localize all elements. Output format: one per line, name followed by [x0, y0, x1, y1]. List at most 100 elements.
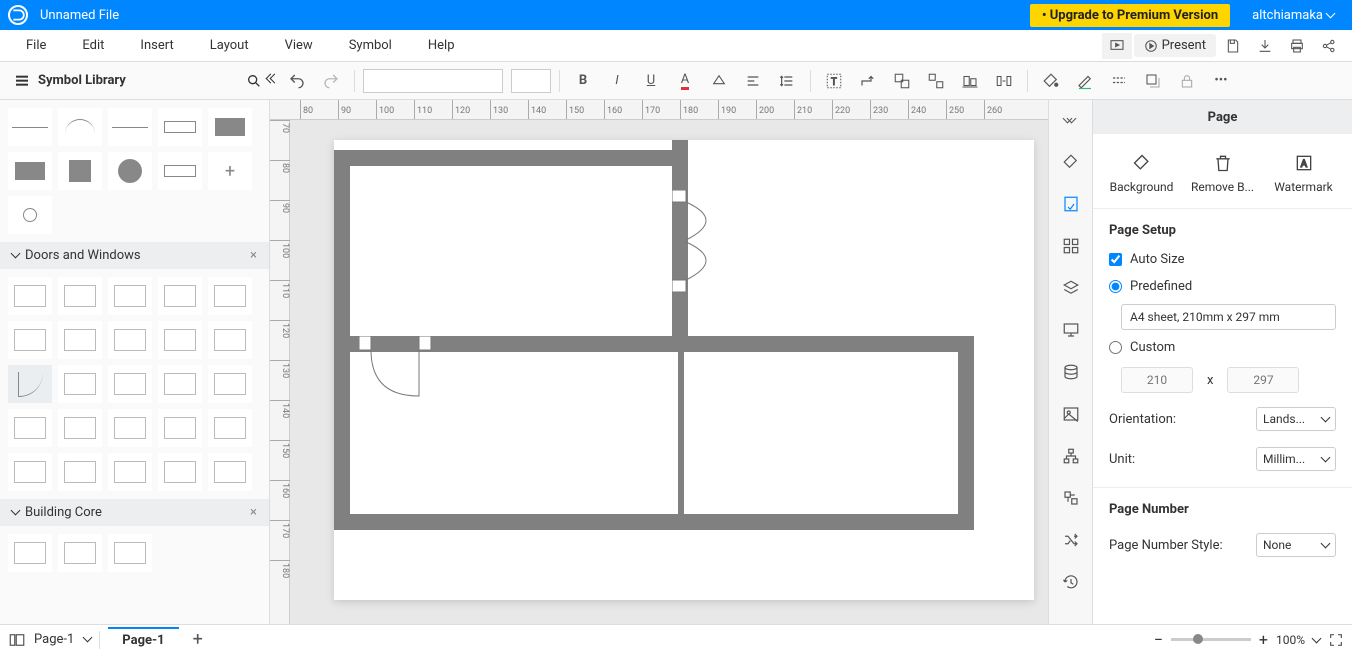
shape-door-8[interactable] — [158, 365, 202, 403]
shape-rect-fill[interactable] — [208, 108, 252, 146]
shape-door-12[interactable] — [108, 409, 152, 447]
font-size-input[interactable] — [511, 69, 551, 93]
shape-door-10[interactable] — [8, 409, 52, 447]
menu-help[interactable]: Help — [410, 32, 473, 59]
menu-view[interactable]: View — [267, 32, 331, 59]
door-symbol-2[interactable] — [359, 336, 449, 406]
page-selector[interactable]: Page-1 — [34, 632, 91, 647]
shape-door-4[interactable] — [158, 321, 202, 359]
menu-insert[interactable]: Insert — [122, 32, 191, 59]
shape-door-11[interactable] — [58, 409, 102, 447]
background-action[interactable]: Background — [1103, 152, 1181, 194]
menu-edit[interactable]: Edit — [64, 32, 122, 59]
align-text-icon[interactable] — [738, 67, 768, 95]
shape-door-16[interactable] — [58, 453, 102, 491]
upgrade-button[interactable]: • Upgrade to Premium Version — [1030, 4, 1230, 27]
custom-width-input[interactable] — [1121, 367, 1193, 393]
bold-icon[interactable]: B — [568, 67, 598, 95]
file-name[interactable]: Unnamed File — [40, 8, 119, 23]
shape-rect-outline[interactable] — [158, 108, 202, 146]
custom-radio[interactable] — [1109, 341, 1122, 354]
shape-arc[interactable] — [58, 108, 102, 146]
slideshow-icon[interactable] — [1102, 33, 1132, 59]
image-icon[interactable] — [1057, 400, 1085, 428]
line-style-icon[interactable] — [1104, 67, 1134, 95]
user-menu[interactable]: altchiamaka — [1242, 8, 1344, 23]
shape-door-13[interactable] — [158, 409, 202, 447]
page-number-style-select[interactable]: None — [1256, 533, 1336, 557]
shape-rect-outline-2[interactable] — [158, 152, 202, 190]
door-symbol-1[interactable] — [672, 190, 732, 300]
shape-door-5[interactable] — [208, 321, 252, 359]
grid-icon[interactable] — [1057, 232, 1085, 260]
unit-select[interactable]: Millim... — [1256, 447, 1336, 471]
search-icon[interactable] — [246, 73, 262, 89]
shape-window-1[interactable] — [8, 277, 52, 315]
shape-core-1[interactable] — [8, 534, 52, 572]
present-button[interactable]: Present — [1134, 34, 1216, 57]
zoom-out-icon[interactable]: − — [1154, 630, 1163, 649]
menu-symbol[interactable]: Symbol — [331, 32, 410, 59]
section-building-core[interactable]: Building Core × — [0, 499, 269, 526]
shape-circle-fill[interactable] — [108, 152, 152, 190]
auto-size-checkbox[interactable] — [1109, 253, 1122, 266]
shape-door-17[interactable] — [108, 453, 152, 491]
section-doors-windows[interactable]: Doors and Windows × — [0, 242, 269, 269]
expand-right-icon[interactable] — [1057, 106, 1085, 134]
shape-door-19[interactable] — [208, 453, 252, 491]
shape-window-5[interactable] — [208, 277, 252, 315]
redo-icon[interactable] — [316, 67, 346, 95]
shape-door-14[interactable] — [208, 409, 252, 447]
shape-window-4[interactable] — [158, 277, 202, 315]
add-page-icon[interactable]: + — [187, 629, 209, 650]
shape-door-9[interactable] — [208, 365, 252, 403]
org-icon[interactable] — [1057, 484, 1085, 512]
zoom-slider[interactable] — [1171, 638, 1251, 641]
shape-window-3[interactable] — [108, 277, 152, 315]
history-icon[interactable] — [1057, 568, 1085, 596]
more-icon[interactable]: ••• — [1206, 67, 1236, 95]
shuffle-icon[interactable] — [1057, 526, 1085, 554]
collapse-left-icon[interactable] — [270, 73, 278, 88]
close-icon[interactable]: × — [250, 505, 257, 520]
shape-door-7[interactable] — [108, 365, 152, 403]
page-settings-icon[interactable] — [1057, 190, 1085, 218]
line-color-icon[interactable] — [1070, 67, 1100, 95]
shape-door-15[interactable] — [8, 453, 52, 491]
fill-icon[interactable] — [1036, 67, 1066, 95]
shape-door-1[interactable] — [8, 321, 52, 359]
predefined-radio[interactable] — [1109, 280, 1122, 293]
shape-circle-sm[interactable] — [8, 196, 52, 234]
print-icon[interactable] — [1282, 33, 1312, 59]
remove-bg-action[interactable]: Remove B... — [1184, 152, 1262, 194]
layers-icon[interactable] — [1057, 274, 1085, 302]
predefined-size-select[interactable]: A4 sheet, 210mm x 297 mm — [1121, 304, 1336, 330]
shape-line[interactable] — [8, 108, 52, 146]
highlight-icon[interactable] — [704, 67, 734, 95]
shape-door-2[interactable] — [58, 321, 102, 359]
zoom-value[interactable]: 100% — [1276, 633, 1305, 647]
database-icon[interactable] — [1057, 358, 1085, 386]
shape-door-6[interactable] — [58, 365, 102, 403]
fullscreen-icon[interactable] — [1328, 632, 1344, 648]
shape-door-swing[interactable] — [8, 365, 52, 403]
group-icon[interactable] — [887, 67, 917, 95]
undo-icon[interactable] — [282, 67, 312, 95]
menu-layout[interactable]: Layout — [192, 32, 267, 59]
shadow-icon[interactable] — [1138, 67, 1168, 95]
watermark-action[interactable]: A Watermark — [1265, 152, 1343, 194]
page-tab-1[interactable]: Page-1 — [108, 627, 178, 652]
canvas[interactable] — [290, 120, 1048, 624]
close-icon[interactable]: × — [250, 248, 257, 263]
shape-cross[interactable] — [208, 152, 252, 190]
download-icon[interactable] — [1250, 33, 1280, 59]
custom-height-input[interactable] — [1227, 367, 1299, 393]
theme-icon[interactable] — [1057, 148, 1085, 176]
orientation-select[interactable]: Lands... — [1256, 407, 1336, 431]
underline-icon[interactable]: U — [636, 67, 666, 95]
shape-line-2[interactable] — [108, 108, 152, 146]
share-icon[interactable] — [1314, 33, 1344, 59]
save-icon[interactable] — [1218, 33, 1248, 59]
font-color-icon[interactable]: A — [670, 67, 700, 95]
align-objects-icon[interactable] — [955, 67, 985, 95]
